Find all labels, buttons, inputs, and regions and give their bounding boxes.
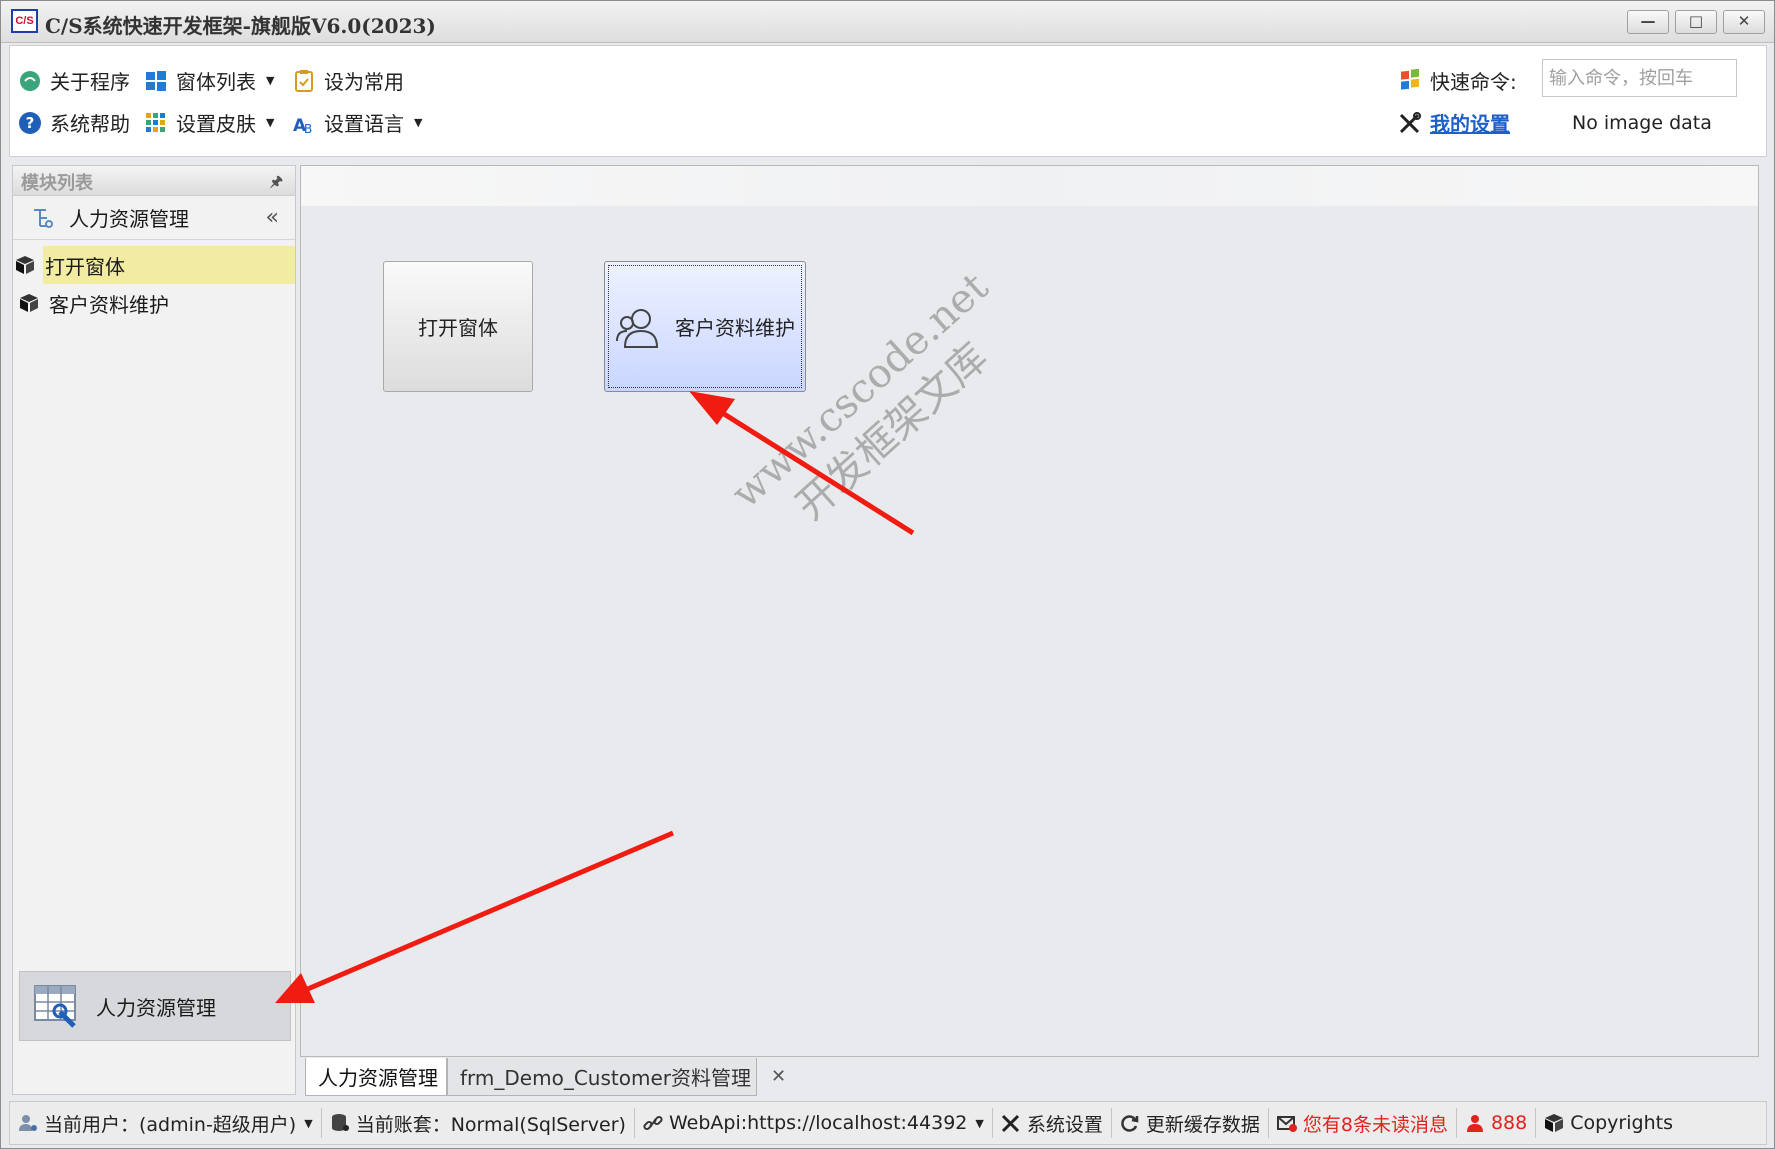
form-list-button[interactable]: 窗体列表 ▼ [144,66,274,95]
close-icon[interactable]: ✕ [771,1066,786,1087]
module-panel: 模块列表 🖈 人力资源管理 « 打开窗体 客户资料维护 人力资源管理 [12,165,296,1095]
cube-icon [20,294,38,312]
help-button[interactable]: ? 系统帮助 [18,108,130,137]
app-window: C/S C/S系统快速开发框架-旗舰版V6.0(2023) — □ ✕ 关于程序… [0,0,1775,1149]
tile-customer[interactable]: 客户资料维护 [604,261,806,392]
status-user-text: 当前用户：(admin-超级用户) [44,1113,297,1136]
language-label: 设置语言 [324,112,404,136]
no-image-label: No image data [1572,112,1712,134]
windows-logo-icon [1401,68,1419,90]
bottom-group-label: 人力资源管理 [96,995,216,1020]
module-panel-header: 模块列表 🖈 [13,166,295,196]
tools-icon [1399,111,1421,133]
status-bar: 当前用户：(admin-超级用户) ▼ 当前账套：Normal(SqlServe… [9,1101,1767,1145]
tab-customer-form[interactable]: frm_Demo_Customer资料管理 ✕ [447,1058,786,1096]
tab-label: 人力资源管理 [318,1066,438,1090]
bottom-group-button[interactable]: 人力资源管理 [19,971,291,1041]
skin-label: 设置皮肤 [176,112,256,136]
user-gear-icon [19,1115,37,1131]
tile-open-form[interactable]: 打开窗体 [383,261,533,392]
mail-icon [1276,1116,1297,1132]
refresh-cache-text: 更新缓存数据 [1145,1113,1260,1136]
about-button[interactable]: 关于程序 [18,66,130,95]
dropdown-caret-icon: ▼ [304,1116,313,1130]
status-webapi[interactable]: WebApi:https://localhost:44392 ▼ [635,1108,993,1138]
my-settings-link[interactable]: 我的设置 [1430,108,1510,137]
quick-command-input[interactable] [1542,59,1737,97]
close-button[interactable]: ✕ [1723,10,1765,34]
main-header-strip [301,166,1758,206]
dropdown-caret-icon: ▼ [975,1116,984,1130]
org-tree-icon [34,208,53,228]
title-bar: C/S C/S系统快速开发框架-旗舰版V6.0(2023) — □ ✕ [1,1,1774,43]
window-title: C/S系统快速开发框架-旗舰版V6.0(2023) [45,14,436,38]
language-button[interactable]: AB 设置语言 ▼ [292,108,422,137]
refresh-cache-button[interactable]: 更新缓存数据 [1112,1108,1269,1138]
question-icon: ? [19,111,41,134]
users-icon [616,308,659,348]
main-workspace: 打开窗体 客户资料维护 [300,165,1759,1057]
minimize-button[interactable]: — [1627,10,1669,34]
status-webapi-text: WebApi:https://localhost:44392 [668,1112,968,1134]
dropdown-caret-icon: ▼ [266,74,275,87]
form-list-label: 窗体列表 [176,70,256,94]
nav-list: 打开窗体 客户资料维护 [13,240,295,322]
svg-text:?: ? [26,114,35,132]
status-count-text: 888 [1490,1112,1528,1134]
link-icon [643,1115,663,1131]
pin-icon[interactable]: 🖈 [270,171,283,195]
nav-item-customer[interactable]: 客户资料维护 [13,284,295,322]
set-common-label: 设为常用 [324,70,404,94]
table-wrench-icon [34,985,76,1028]
tile-label: 客户资料维护 [675,316,795,340]
quick-command-label-group: 快速命令: [1398,66,1517,95]
status-settings-button[interactable]: 系统设置 [993,1108,1112,1138]
module-panel-title: 模块列表 [21,173,93,194]
dropdown-caret-icon: ▼ [414,116,423,129]
copyrights-button[interactable]: Copyrights [1536,1108,1681,1138]
group-header[interactable]: 人力资源管理 « [13,196,295,240]
nav-item-label: 打开窗体 [45,254,125,279]
language-icon: AB [293,116,312,135]
nav-item-label: 客户资料维护 [49,292,169,317]
copyrights-text: Copyrights [1570,1112,1673,1134]
group-title: 人力资源管理 [69,207,189,231]
maximize-button[interactable]: □ [1675,10,1717,34]
document-tabs: 人力资源管理 frm_Demo_Customer资料管理 ✕ [300,1058,1759,1096]
nav-item-open-form[interactable]: 打开窗体 [16,246,295,284]
app-logo: C/S [11,9,38,33]
chat-bubble-icon [20,70,40,91]
svg-text:B: B [304,122,312,135]
about-label: 关于程序 [50,70,130,94]
status-user[interactable]: 当前用户：(admin-超级用户) ▼ [10,1108,322,1138]
database-icon [331,1114,349,1131]
unread-messages-button[interactable]: 您有8条未读消息 [1269,1108,1457,1138]
unread-messages-text: 您有8条未读消息 [1302,1113,1448,1136]
dropdown-caret-icon: ▼ [266,116,275,129]
cube-icon [1545,1114,1564,1132]
user-red-icon [1466,1115,1483,1132]
windows-icon [146,70,166,91]
toolbar: 关于程序 窗体列表 ▼ 设为常用 ? 系统帮助 设置皮肤 ▼ AB 设置语言 ▼… [9,45,1767,157]
tools-icon [1001,1114,1019,1133]
skin-button[interactable]: 设置皮肤 ▼ [144,108,274,137]
cube-icon [16,256,34,274]
clipboard-icon [295,69,313,92]
status-count[interactable]: 888 [1457,1108,1537,1138]
my-settings-button[interactable]: 我的设置 [1398,108,1510,137]
tile-label: 打开窗体 [418,316,498,340]
refresh-icon [1121,1115,1139,1132]
status-account: 当前账套：Normal(SqlServer) [322,1108,635,1138]
tab-hr-management[interactable]: 人力资源管理 [305,1058,447,1096]
status-settings-text: 系统设置 [1026,1113,1103,1136]
collapse-icon[interactable]: « [266,205,279,230]
quick-command-label: 快速命令: [1430,70,1517,94]
set-common-button[interactable]: 设为常用 [292,66,404,95]
palette-grid-icon [146,112,165,132]
status-account-text: 当前账套：Normal(SqlServer) [355,1113,626,1136]
tab-label: frm_Demo_Customer资料管理 [460,1066,751,1090]
help-label: 系统帮助 [50,112,130,136]
